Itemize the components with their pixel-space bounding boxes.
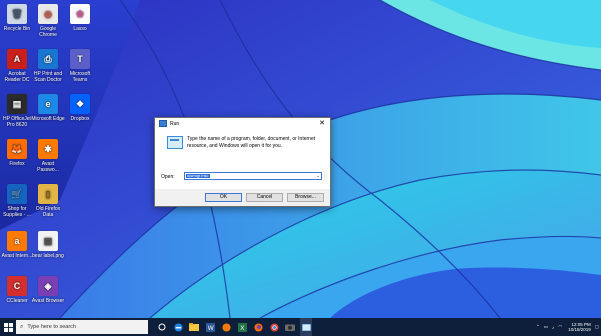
icon-label: bear label.png [32, 253, 64, 259]
wifi-icon[interactable]: ◠ [558, 324, 562, 330]
icon-label: Firefox [9, 161, 25, 167]
chrome-icon: ◎ [38, 4, 58, 24]
printer-icon: ⎙ [38, 49, 58, 69]
run-footer: OK Cancel Browse... [155, 189, 330, 206]
browse-button[interactable]: Browse... [287, 193, 324, 202]
desktop-icon-old-firefox-data[interactable]: ▯ Old Firefox Data [31, 182, 65, 218]
desktop-icon-ccleaner[interactable]: C CCleaner [0, 274, 34, 304]
avast-taskbar-icon[interactable] [220, 318, 232, 336]
search-placeholder: Type here to search [27, 324, 76, 330]
icon-label: Google Chrome [39, 26, 57, 38]
search-icon: ⌕ [20, 323, 24, 330]
taskbar-clock[interactable]: 12:05 PM 10/18/2019 [568, 322, 591, 333]
icon-label: CCleaner [6, 298, 28, 304]
icon-label: Avast Browser [31, 298, 65, 304]
run-titlebar[interactable]: Run ✕ [155, 118, 330, 129]
icon-label: Microsoft Teams [69, 71, 91, 83]
image-file-icon: ▦ [38, 231, 58, 251]
desktop-icon-lasso[interactable]: ✿ Lasso [63, 2, 97, 32]
desktop-icon-shop-supplies[interactable]: 🛒 Shop for Supplies - ... [0, 182, 34, 218]
notifications-icon[interactable]: ▢ [595, 324, 599, 330]
avast-icon: a [7, 231, 27, 251]
desktop-icon-avast-passwords[interactable]: ✱ Avast Passwo... [31, 137, 65, 173]
chrome-taskbar-icon[interactable] [268, 318, 280, 336]
avast-browser-icon: ◈ [38, 276, 58, 296]
printer-device-icon: ▤ [7, 94, 27, 114]
recycle-bin-icon: 🗑 [7, 4, 27, 24]
run-window-icon [167, 136, 183, 149]
camera-icon[interactable] [284, 318, 296, 336]
run-app-icon [159, 120, 167, 127]
ok-button[interactable]: OK [205, 193, 242, 202]
avast-passwords-icon: ✱ [38, 139, 58, 159]
desktop-icon-teams[interactable]: T Microsoft Teams [63, 47, 97, 83]
close-icon[interactable]: ✕ [319, 120, 325, 127]
firefox-icon: 🦊 [7, 139, 27, 159]
icon-label: Old Firefox Data [35, 206, 61, 218]
taskbar-search-box[interactable]: ⌕ Type here to search [16, 320, 148, 334]
icon-label: HP Print and Scan Doctor [33, 71, 63, 83]
desktop: 🗑 Recycle Bin ◎ Google Chrome ✿ Lasso A … [0, 0, 601, 318]
clock-date: 10/18/2019 [568, 327, 591, 332]
run-body: Type the name of a program, folder, docu… [155, 129, 330, 189]
icon-label: Acrobat Reader DC [4, 71, 30, 83]
icon-label: Avast Passwo... [37, 161, 59, 173]
taskbar: ⌕ Type here to search W X ⌃ ▭ ♪ ◠ 12:05 … [0, 318, 601, 336]
desktop-icon-hp-print-scan[interactable]: ⎙ HP Print and Scan Doctor [31, 47, 65, 83]
desktop-icon-bear-label[interactable]: ▦ bear label.png [31, 229, 65, 259]
teams-icon: T [70, 49, 90, 69]
icon-label: Avast Intern... [1, 253, 33, 259]
acrobat-icon: A [7, 49, 27, 69]
desktop-icon-hp-officejet[interactable]: ▤ HP OfficeJet Pro 8620 [0, 92, 34, 128]
ccleaner-icon: C [7, 276, 27, 296]
open-label: Open: [161, 174, 175, 180]
open-combobox[interactable]: lusrmgr.msc ⌄ [184, 172, 322, 180]
chevron-up-icon[interactable]: ⌃ [536, 324, 540, 330]
folder-icon: ▯ [38, 184, 58, 204]
svg-text:W: W [207, 325, 213, 332]
cancel-button[interactable]: Cancel [246, 193, 283, 202]
desktop-icon-dropbox[interactable]: ❖ Dropbox [63, 92, 97, 122]
icon-label: Recycle Bin [3, 26, 31, 32]
system-tray: ⌃ ▭ ♪ ◠ 12:05 PM 10/18/2019 ▢ [534, 318, 599, 336]
run-taskbar-icon[interactable] [300, 318, 312, 336]
task-view-icon[interactable] [156, 318, 168, 336]
firefox-taskbar-icon[interactable] [252, 318, 264, 336]
word-icon[interactable]: W [204, 318, 216, 336]
icon-label: Microsoft Edge [31, 116, 65, 122]
edge-taskbar-icon[interactable] [172, 318, 184, 336]
icon-label: HP OfficeJet Pro 8620 [3, 116, 31, 128]
network-icon[interactable]: ▭ [544, 324, 548, 330]
icon-label: Dropbox [70, 116, 90, 122]
desktop-icon-avast-browser[interactable]: ◈ Avast Browser [31, 274, 65, 304]
edge-icon: e [38, 94, 58, 114]
icon-label: Lasso [73, 26, 87, 32]
run-description: Type the name of a program, folder, docu… [187, 136, 316, 149]
lasso-icon: ✿ [70, 4, 90, 24]
desktop-icon-chrome[interactable]: ◎ Google Chrome [31, 2, 65, 38]
desktop-icon-avast-internet[interactable]: a Avast Intern... [0, 229, 34, 259]
file-explorer-icon[interactable] [188, 318, 200, 336]
desktop-icon-edge[interactable]: e Microsoft Edge [31, 92, 65, 122]
run-dialog: Run ✕ Type the name of a program, folder… [154, 117, 331, 207]
run-title: Run [170, 120, 180, 127]
icon-label: Shop for Supplies - ... [3, 206, 31, 218]
start-button[interactable] [0, 318, 16, 336]
volume-icon[interactable]: ♪ [552, 325, 554, 330]
windows-logo-icon [3, 322, 13, 332]
shopping-cart-icon: 🛒 [7, 184, 27, 204]
open-input-value[interactable]: lusrmgr.msc [186, 174, 210, 178]
excel-icon[interactable]: X [236, 318, 248, 336]
chevron-down-icon[interactable]: ⌄ [316, 173, 320, 179]
desktop-icon-acrobat[interactable]: A Acrobat Reader DC [0, 47, 34, 83]
desktop-icon-recycle-bin[interactable]: 🗑 Recycle Bin [0, 2, 34, 32]
desktop-icon-firefox[interactable]: 🦊 Firefox [0, 137, 34, 167]
dropbox-icon: ❖ [70, 94, 90, 114]
